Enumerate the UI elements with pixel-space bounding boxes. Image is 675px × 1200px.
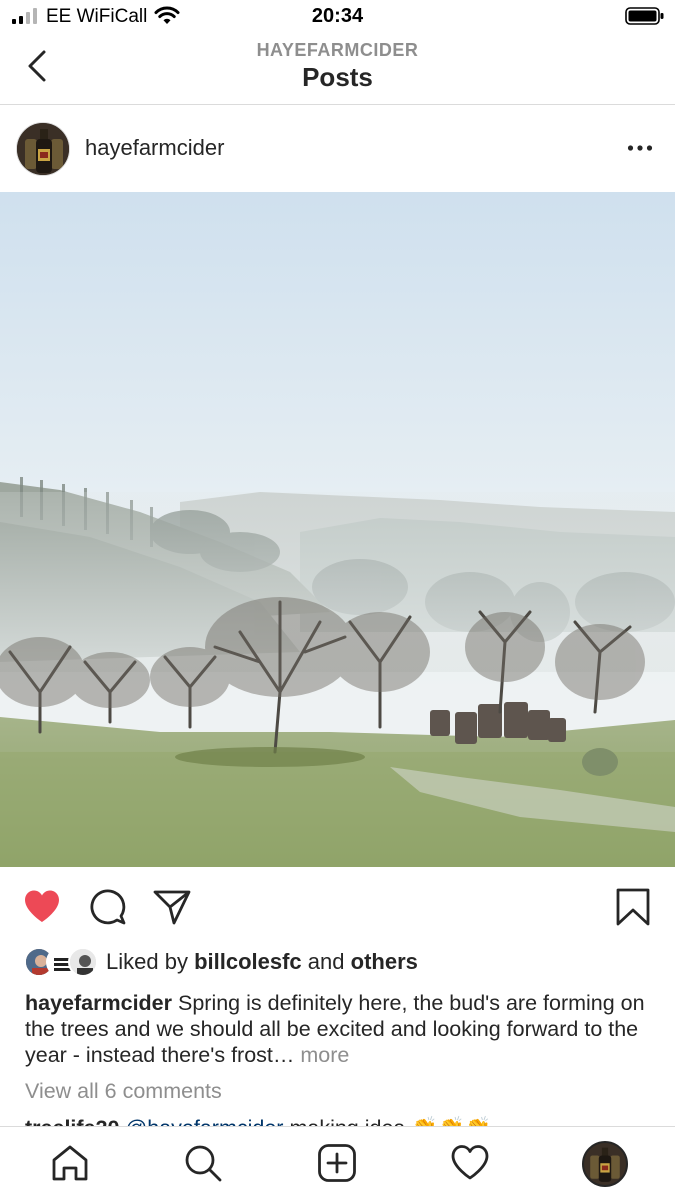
post-caption: hayefarmcider Spring is definitely here,… bbox=[25, 990, 655, 1068]
post-actions bbox=[0, 867, 675, 945]
home-icon[interactable] bbox=[50, 1143, 90, 1183]
partial-comment: treelife20 @hayefarmcider making idea 👏👏… bbox=[25, 1112, 675, 1126]
bottom-tab-bar bbox=[0, 1126, 675, 1200]
post-header: hayefarmcider bbox=[0, 106, 675, 192]
comment-icon[interactable] bbox=[88, 887, 128, 927]
liked-by-user[interactable]: billcolesfc bbox=[194, 949, 302, 974]
bookmark-icon[interactable] bbox=[613, 887, 653, 927]
page-title: Posts bbox=[302, 62, 373, 92]
view-comments-link[interactable]: View all 6 comments bbox=[25, 1079, 222, 1104]
likes-summary[interactable]: Liked by billcolesfc and others bbox=[106, 949, 418, 975]
status-time: 20:34 bbox=[311, 5, 364, 27]
liked-by-prefix: Liked by bbox=[106, 949, 188, 974]
caption-username[interactable]: hayefarmcider bbox=[25, 991, 172, 1015]
account-name: HAYEFARMCIDER bbox=[256, 40, 419, 60]
liked-by-others[interactable]: others bbox=[351, 949, 418, 974]
liker-avatar bbox=[68, 947, 98, 977]
liker-avatars bbox=[24, 947, 100, 977]
misty-orchard-landscape-image bbox=[0, 192, 675, 867]
post-author-username[interactable]: hayefarmcider bbox=[85, 135, 224, 161]
partial-comment-text: making idea 👏👏👏 bbox=[289, 1116, 491, 1126]
new-post-icon[interactable] bbox=[317, 1143, 357, 1183]
liked-by-and: and bbox=[307, 949, 345, 974]
likes-row[interactable]: Liked by billcolesfc and others bbox=[0, 944, 675, 980]
post-photo[interactable] bbox=[0, 192, 675, 867]
nav-header: HAYEFARMCIDER Posts bbox=[0, 34, 675, 105]
more-options-icon[interactable] bbox=[627, 144, 653, 152]
status-bar: EE WiFiCall 20:34 bbox=[0, 0, 675, 34]
activity-icon[interactable] bbox=[450, 1143, 490, 1183]
cider-bottle-logo-icon bbox=[584, 1143, 626, 1185]
post-author-avatar[interactable] bbox=[16, 122, 70, 176]
partial-comment-mention[interactable]: @hayefarmcider bbox=[125, 1116, 283, 1126]
profile-icon[interactable] bbox=[582, 1141, 628, 1187]
heart-icon[interactable] bbox=[22, 887, 62, 927]
cider-bottle-logo-icon bbox=[17, 123, 69, 175]
search-icon[interactable] bbox=[183, 1143, 223, 1183]
battery-icon bbox=[625, 7, 664, 25]
caption-more-link[interactable]: more bbox=[300, 1043, 349, 1067]
share-icon[interactable] bbox=[152, 887, 192, 927]
partial-comment-user[interactable]: treelife20 bbox=[25, 1116, 119, 1126]
